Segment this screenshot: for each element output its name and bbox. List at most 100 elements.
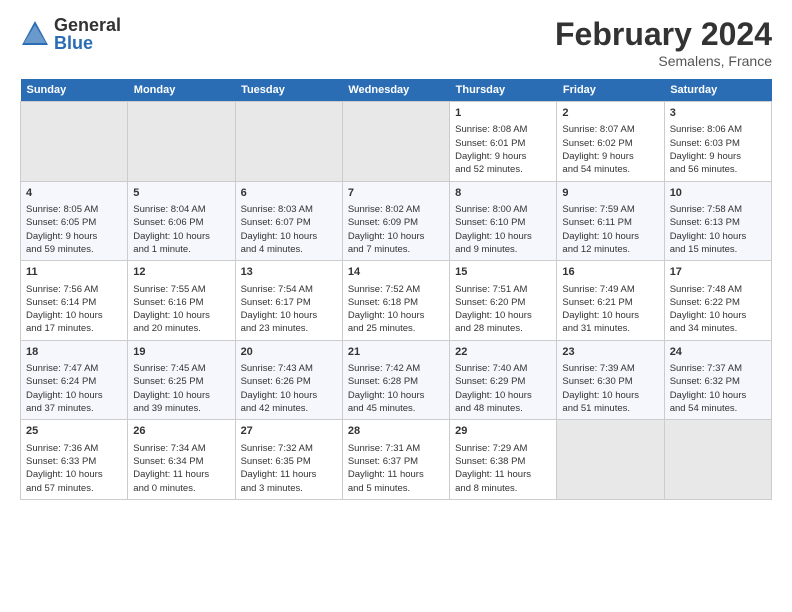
day-number: 22 <box>455 345 551 360</box>
day-number: 17 <box>670 265 766 280</box>
day-cell: 12Sunrise: 7:55 AM Sunset: 6:16 PM Dayli… <box>128 261 235 341</box>
week-row-3: 11Sunrise: 7:56 AM Sunset: 6:14 PM Dayli… <box>21 261 772 341</box>
day-info: Sunrise: 7:40 AM Sunset: 6:29 PM Dayligh… <box>455 362 551 415</box>
day-info: Sunrise: 7:47 AM Sunset: 6:24 PM Dayligh… <box>26 362 122 415</box>
day-cell: 13 Sunrise: 7:54 AM Sunset: 6:17 PM Dayli… <box>235 261 342 341</box>
header: General Blue February 2024 Semalens, Fra… <box>20 16 772 69</box>
day-cell: 14 Sunrise: 7:52 AM Sunset: 6:18 PM Dayli… <box>342 261 449 341</box>
day-cell: 25 Sunrise: 7:36 AM Sunset: 6:33 PM Dayli… <box>21 420 128 500</box>
title-block: February 2024 Semalens, France <box>555 16 772 69</box>
day-number: 27 <box>241 424 337 439</box>
day-number: 11 <box>26 265 122 280</box>
page: General Blue February 2024 Semalens, Fra… <box>0 0 792 510</box>
week-row-4: 18 Sunrise: 7:47 AM Sunset: 6:24 PM Dayli… <box>21 340 772 420</box>
day-number: 14 <box>348 265 444 280</box>
day-info: Sunrise: 7:36 AM Sunset: 6:33 PM Dayligh… <box>26 442 122 495</box>
day-number: 15 <box>455 265 551 280</box>
day-cell: 27Sunrise: 7:32 AM Sunset: 6:35 PM Dayli… <box>235 420 342 500</box>
logo-text: General Blue <box>54 16 121 52</box>
day-cell: 24 Sunrise: 7:37 AM Sunset: 6:32 PM Dayli… <box>664 340 771 420</box>
logo: General Blue <box>20 16 121 52</box>
day-cell: 15 Sunrise: 7:51 AM Sunset: 6:20 PM Dayli… <box>450 261 557 341</box>
day-info: Sunrise: 7:52 AM Sunset: 6:18 PM Dayligh… <box>348 283 444 336</box>
day-cell: 21Sunrise: 7:42 AM Sunset: 6:28 PM Dayli… <box>342 340 449 420</box>
day-info: Sunrise: 8:08 AM Sunset: 6:01 PM Dayligh… <box>455 123 551 176</box>
day-info: Sunrise: 8:00 AM Sunset: 6:10 PM Dayligh… <box>455 203 551 256</box>
day-info: Sunrise: 7:45 AM Sunset: 6:25 PM Dayligh… <box>133 362 229 415</box>
logo-general: General <box>54 16 121 34</box>
day-number: 6 <box>241 186 337 201</box>
header-cell-wednesday: Wednesday <box>342 79 449 102</box>
day-info: Sunrise: 7:34 AM Sunset: 6:34 PM Dayligh… <box>133 442 229 495</box>
day-number: 1 <box>455 106 551 121</box>
day-cell: 23 Sunrise: 7:39 AM Sunset: 6:30 PM Dayli… <box>557 340 664 420</box>
day-number: 8 <box>455 186 551 201</box>
day-cell <box>342 102 449 182</box>
day-number: 21 <box>348 345 444 360</box>
day-number: 9 <box>562 186 658 201</box>
day-cell: 6 Sunrise: 8:03 AM Sunset: 6:07 PM Daylig… <box>235 181 342 261</box>
day-info: Sunrise: 7:59 AM Sunset: 6:11 PM Dayligh… <box>562 203 658 256</box>
day-number: 13 <box>241 265 337 280</box>
day-cell <box>557 420 664 500</box>
header-cell-thursday: Thursday <box>450 79 557 102</box>
day-info: Sunrise: 8:03 AM Sunset: 6:07 PM Dayligh… <box>241 203 337 256</box>
day-number: 19 <box>133 345 229 360</box>
month-title: February 2024 <box>555 16 772 53</box>
day-cell <box>235 102 342 182</box>
header-cell-friday: Friday <box>557 79 664 102</box>
day-info: Sunrise: 8:06 AM Sunset: 6:03 PM Dayligh… <box>670 123 766 176</box>
header-cell-monday: Monday <box>128 79 235 102</box>
day-cell <box>128 102 235 182</box>
day-number: 29 <box>455 424 551 439</box>
day-info: Sunrise: 7:55 AM Sunset: 6:16 PM Dayligh… <box>133 283 229 336</box>
day-number: 2 <box>562 106 658 121</box>
day-cell: 17 Sunrise: 7:48 AM Sunset: 6:22 PM Dayli… <box>664 261 771 341</box>
day-number: 18 <box>26 345 122 360</box>
day-info: Sunrise: 7:48 AM Sunset: 6:22 PM Dayligh… <box>670 283 766 336</box>
logo-blue: Blue <box>54 34 121 52</box>
day-info: Sunrise: 7:58 AM Sunset: 6:13 PM Dayligh… <box>670 203 766 256</box>
day-info: Sunrise: 7:54 AM Sunset: 6:17 PM Dayligh… <box>241 283 337 336</box>
day-cell <box>21 102 128 182</box>
day-cell <box>664 420 771 500</box>
header-row: SundayMondayTuesdayWednesdayThursdayFrid… <box>21 79 772 102</box>
day-cell: 22 Sunrise: 7:40 AM Sunset: 6:29 PM Dayli… <box>450 340 557 420</box>
day-info: Sunrise: 8:04 AM Sunset: 6:06 PM Dayligh… <box>133 203 229 256</box>
day-number: 24 <box>670 345 766 360</box>
day-info: Sunrise: 7:49 AM Sunset: 6:21 PM Dayligh… <box>562 283 658 336</box>
day-cell: 8 Sunrise: 8:00 AM Sunset: 6:10 PM Daylig… <box>450 181 557 261</box>
day-cell: 28Sunrise: 7:31 AM Sunset: 6:37 PM Dayli… <box>342 420 449 500</box>
day-cell: 4Sunrise: 8:05 AM Sunset: 6:05 PM Daylig… <box>21 181 128 261</box>
day-cell: 16 Sunrise: 7:49 AM Sunset: 6:21 PM Dayli… <box>557 261 664 341</box>
day-number: 26 <box>133 424 229 439</box>
day-info: Sunrise: 7:51 AM Sunset: 6:20 PM Dayligh… <box>455 283 551 336</box>
day-info: Sunrise: 7:39 AM Sunset: 6:30 PM Dayligh… <box>562 362 658 415</box>
day-info: Sunrise: 7:29 AM Sunset: 6:38 PM Dayligh… <box>455 442 551 495</box>
day-number: 10 <box>670 186 766 201</box>
day-number: 16 <box>562 265 658 280</box>
week-row-5: 25 Sunrise: 7:36 AM Sunset: 6:33 PM Dayli… <box>21 420 772 500</box>
day-cell: 20Sunrise: 7:43 AM Sunset: 6:26 PM Dayli… <box>235 340 342 420</box>
day-info: Sunrise: 8:07 AM Sunset: 6:02 PM Dayligh… <box>562 123 658 176</box>
day-number: 23 <box>562 345 658 360</box>
day-cell: 10 Sunrise: 7:58 AM Sunset: 6:13 PM Dayli… <box>664 181 771 261</box>
week-row-1: 1 Sunrise: 8:08 AM Sunset: 6:01 PM Daylig… <box>21 102 772 182</box>
day-cell: 7Sunrise: 8:02 AM Sunset: 6:09 PM Daylig… <box>342 181 449 261</box>
day-cell: 19 Sunrise: 7:45 AM Sunset: 6:25 PM Dayli… <box>128 340 235 420</box>
day-cell: 5 Sunrise: 8:04 AM Sunset: 6:06 PM Daylig… <box>128 181 235 261</box>
day-number: 25 <box>26 424 122 439</box>
header-cell-saturday: Saturday <box>664 79 771 102</box>
day-number: 5 <box>133 186 229 201</box>
header-cell-sunday: Sunday <box>21 79 128 102</box>
day-number: 4 <box>26 186 122 201</box>
day-cell: 9 Sunrise: 7:59 AM Sunset: 6:11 PM Daylig… <box>557 181 664 261</box>
logo-icon <box>20 19 50 49</box>
calendar-table: SundayMondayTuesdayWednesdayThursdayFrid… <box>20 79 772 500</box>
header-cell-tuesday: Tuesday <box>235 79 342 102</box>
day-info: Sunrise: 7:37 AM Sunset: 6:32 PM Dayligh… <box>670 362 766 415</box>
calendar-header: SundayMondayTuesdayWednesdayThursdayFrid… <box>21 79 772 102</box>
day-number: 3 <box>670 106 766 121</box>
day-cell: 3 Sunrise: 8:06 AM Sunset: 6:03 PM Daylig… <box>664 102 771 182</box>
day-number: 28 <box>348 424 444 439</box>
